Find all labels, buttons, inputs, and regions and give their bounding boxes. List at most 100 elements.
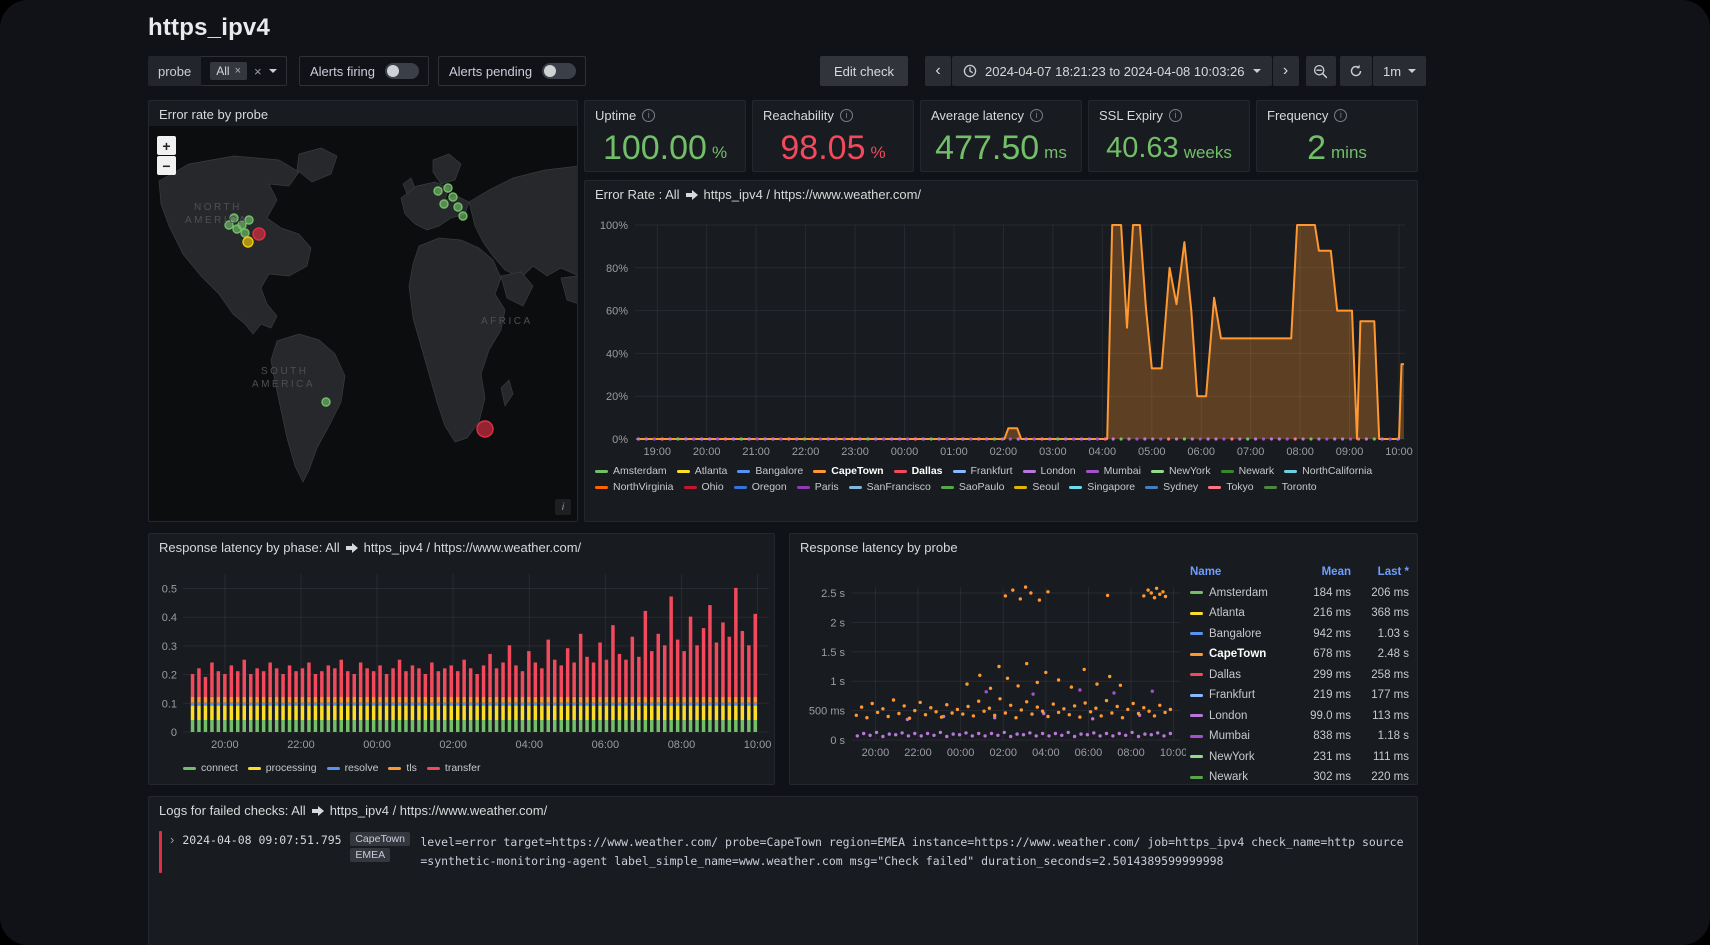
bar-segment-connect[interactable] — [475, 720, 479, 732]
bar-segment-transfer[interactable] — [527, 651, 531, 697]
bar-segment-resolve[interactable] — [191, 703, 195, 706]
bar-segment-tls[interactable] — [340, 697, 344, 703]
bar-segment-resolve[interactable] — [327, 703, 331, 706]
bar-segment-transfer[interactable] — [333, 668, 337, 697]
map-marker[interactable] — [233, 225, 241, 233]
bar-segment-transfer[interactable] — [385, 674, 389, 697]
bar-segment-processing[interactable] — [754, 706, 758, 720]
bar-segment-connect[interactable] — [663, 720, 667, 732]
bar-segment-connect[interactable] — [585, 720, 589, 732]
legend-item[interactable]: Sydney — [1145, 481, 1198, 493]
bar-segment-transfer[interactable] — [217, 671, 221, 697]
bar-segment-resolve[interactable] — [469, 703, 473, 706]
bar-segment-transfer[interactable] — [747, 645, 751, 697]
bar-segment-processing[interactable] — [230, 706, 234, 720]
bar-segment-transfer[interactable] — [320, 671, 324, 697]
bar-segment-connect[interactable] — [372, 720, 376, 732]
bar-segment-tls[interactable] — [695, 697, 699, 703]
bar-segment-resolve[interactable] — [281, 703, 285, 706]
bar-segment-connect[interactable] — [294, 720, 298, 732]
bar-segment-processing[interactable] — [624, 706, 628, 720]
bar-segment-connect[interactable] — [191, 720, 195, 732]
bar-segment-processing[interactable] — [217, 706, 221, 720]
bar-segment-tls[interactable] — [650, 697, 654, 703]
bar-segment-tls[interactable] — [482, 697, 486, 703]
bar-segment-connect[interactable] — [637, 720, 641, 732]
bar-segment-resolve[interactable] — [598, 703, 602, 706]
bar-segment-resolve[interactable] — [391, 703, 395, 706]
bar-segment-connect[interactable] — [624, 720, 628, 732]
bar-segment-tls[interactable] — [657, 697, 661, 703]
map-marker[interactable] — [434, 187, 442, 195]
bar-segment-processing[interactable] — [663, 706, 667, 720]
bar-segment-tls[interactable] — [631, 697, 635, 703]
bar-segment-resolve[interactable] — [404, 703, 408, 706]
bar-segment-resolve[interactable] — [411, 703, 415, 706]
bar-segment-tls[interactable] — [734, 697, 738, 703]
bar-segment-tls[interactable] — [255, 697, 259, 703]
clear-selection-icon[interactable]: × — [254, 64, 262, 79]
panel-title[interactable]: Error rate by probe — [159, 107, 268, 122]
bar-segment-processing[interactable] — [417, 706, 421, 720]
bar-segment-tls[interactable] — [294, 697, 298, 703]
bar-segment-resolve[interactable] — [715, 703, 719, 706]
bar-segment-tls[interactable] — [618, 697, 622, 703]
legend-item[interactable]: Singapore — [1069, 481, 1135, 493]
bar-segment-processing[interactable] — [689, 706, 693, 720]
bar-segment-processing[interactable] — [650, 706, 654, 720]
bar-segment-processing[interactable] — [508, 706, 512, 720]
bar-segment-connect[interactable] — [540, 720, 544, 732]
bar-segment-connect[interactable] — [340, 720, 344, 732]
bar-segment-resolve[interactable] — [605, 703, 609, 706]
table-row[interactable]: Newark302 ms220 ms — [1190, 767, 1409, 780]
bar-segment-resolve[interactable] — [359, 703, 363, 706]
bar-segment-processing[interactable] — [521, 706, 525, 720]
bar-segment-tls[interactable] — [191, 697, 195, 703]
legend-item[interactable]: NorthCalifornia — [1284, 465, 1372, 477]
bar-segment-tls[interactable] — [579, 697, 583, 703]
bar-segment-connect[interactable] — [644, 720, 648, 732]
bar-segment-transfer[interactable] — [230, 665, 234, 697]
bar-segment-resolve[interactable] — [275, 703, 279, 706]
bar-segment-resolve[interactable] — [365, 703, 369, 706]
bar-segment-resolve[interactable] — [534, 703, 538, 706]
bar-segment-connect[interactable] — [320, 720, 324, 732]
table-row[interactable]: Mumbai838 ms1.18 s — [1190, 726, 1409, 747]
bar-segment-connect[interactable] — [275, 720, 279, 732]
bar-segment-transfer[interactable] — [462, 660, 466, 697]
bar-segment-tls[interactable] — [534, 697, 538, 703]
bar-segment-tls[interactable] — [598, 697, 602, 703]
bar-segment-connect[interactable] — [404, 720, 408, 732]
bar-segment-transfer[interactable] — [482, 665, 486, 697]
bar-segment-transfer[interactable] — [437, 671, 441, 697]
bar-segment-connect[interactable] — [669, 720, 673, 732]
time-shift-forward-button[interactable]: › — [1273, 56, 1299, 86]
log-expand-icon[interactable]: › — [170, 832, 174, 847]
bar-segment-transfer[interactable] — [605, 660, 609, 697]
bar-segment-processing[interactable] — [197, 706, 201, 720]
map-marker[interactable] — [459, 212, 467, 220]
bar-segment-resolve[interactable] — [223, 703, 227, 706]
bar-segment-connect[interactable] — [715, 720, 719, 732]
bar-segment-processing[interactable] — [243, 706, 247, 720]
bar-segment-transfer[interactable] — [637, 657, 641, 697]
bar-segment-tls[interactable] — [372, 697, 376, 703]
bar-segment-resolve[interactable] — [585, 703, 589, 706]
bar-segment-processing[interactable] — [268, 706, 272, 720]
bar-segment-processing[interactable] — [495, 706, 499, 720]
bar-segment-resolve[interactable] — [307, 703, 311, 706]
bar-segment-transfer[interactable] — [754, 614, 758, 697]
legend-item[interactable]: Atlanta — [677, 465, 728, 477]
bar-segment-resolve[interactable] — [197, 703, 201, 706]
bar-segment-resolve[interactable] — [320, 703, 324, 706]
table-row[interactable]: Amsterdam184 ms206 ms — [1190, 583, 1409, 604]
bar-segment-transfer[interactable] — [340, 660, 344, 697]
bar-segment-tls[interactable] — [462, 697, 466, 703]
bar-segment-connect[interactable] — [657, 720, 661, 732]
bar-segment-resolve[interactable] — [682, 703, 686, 706]
bar-segment-resolve[interactable] — [262, 703, 266, 706]
table-row[interactable]: Frankfurt219 ms177 ms — [1190, 685, 1409, 706]
bar-segment-transfer[interactable] — [579, 634, 583, 697]
bar-segment-transfer[interactable] — [728, 637, 732, 697]
bar-segment-tls[interactable] — [249, 697, 253, 703]
